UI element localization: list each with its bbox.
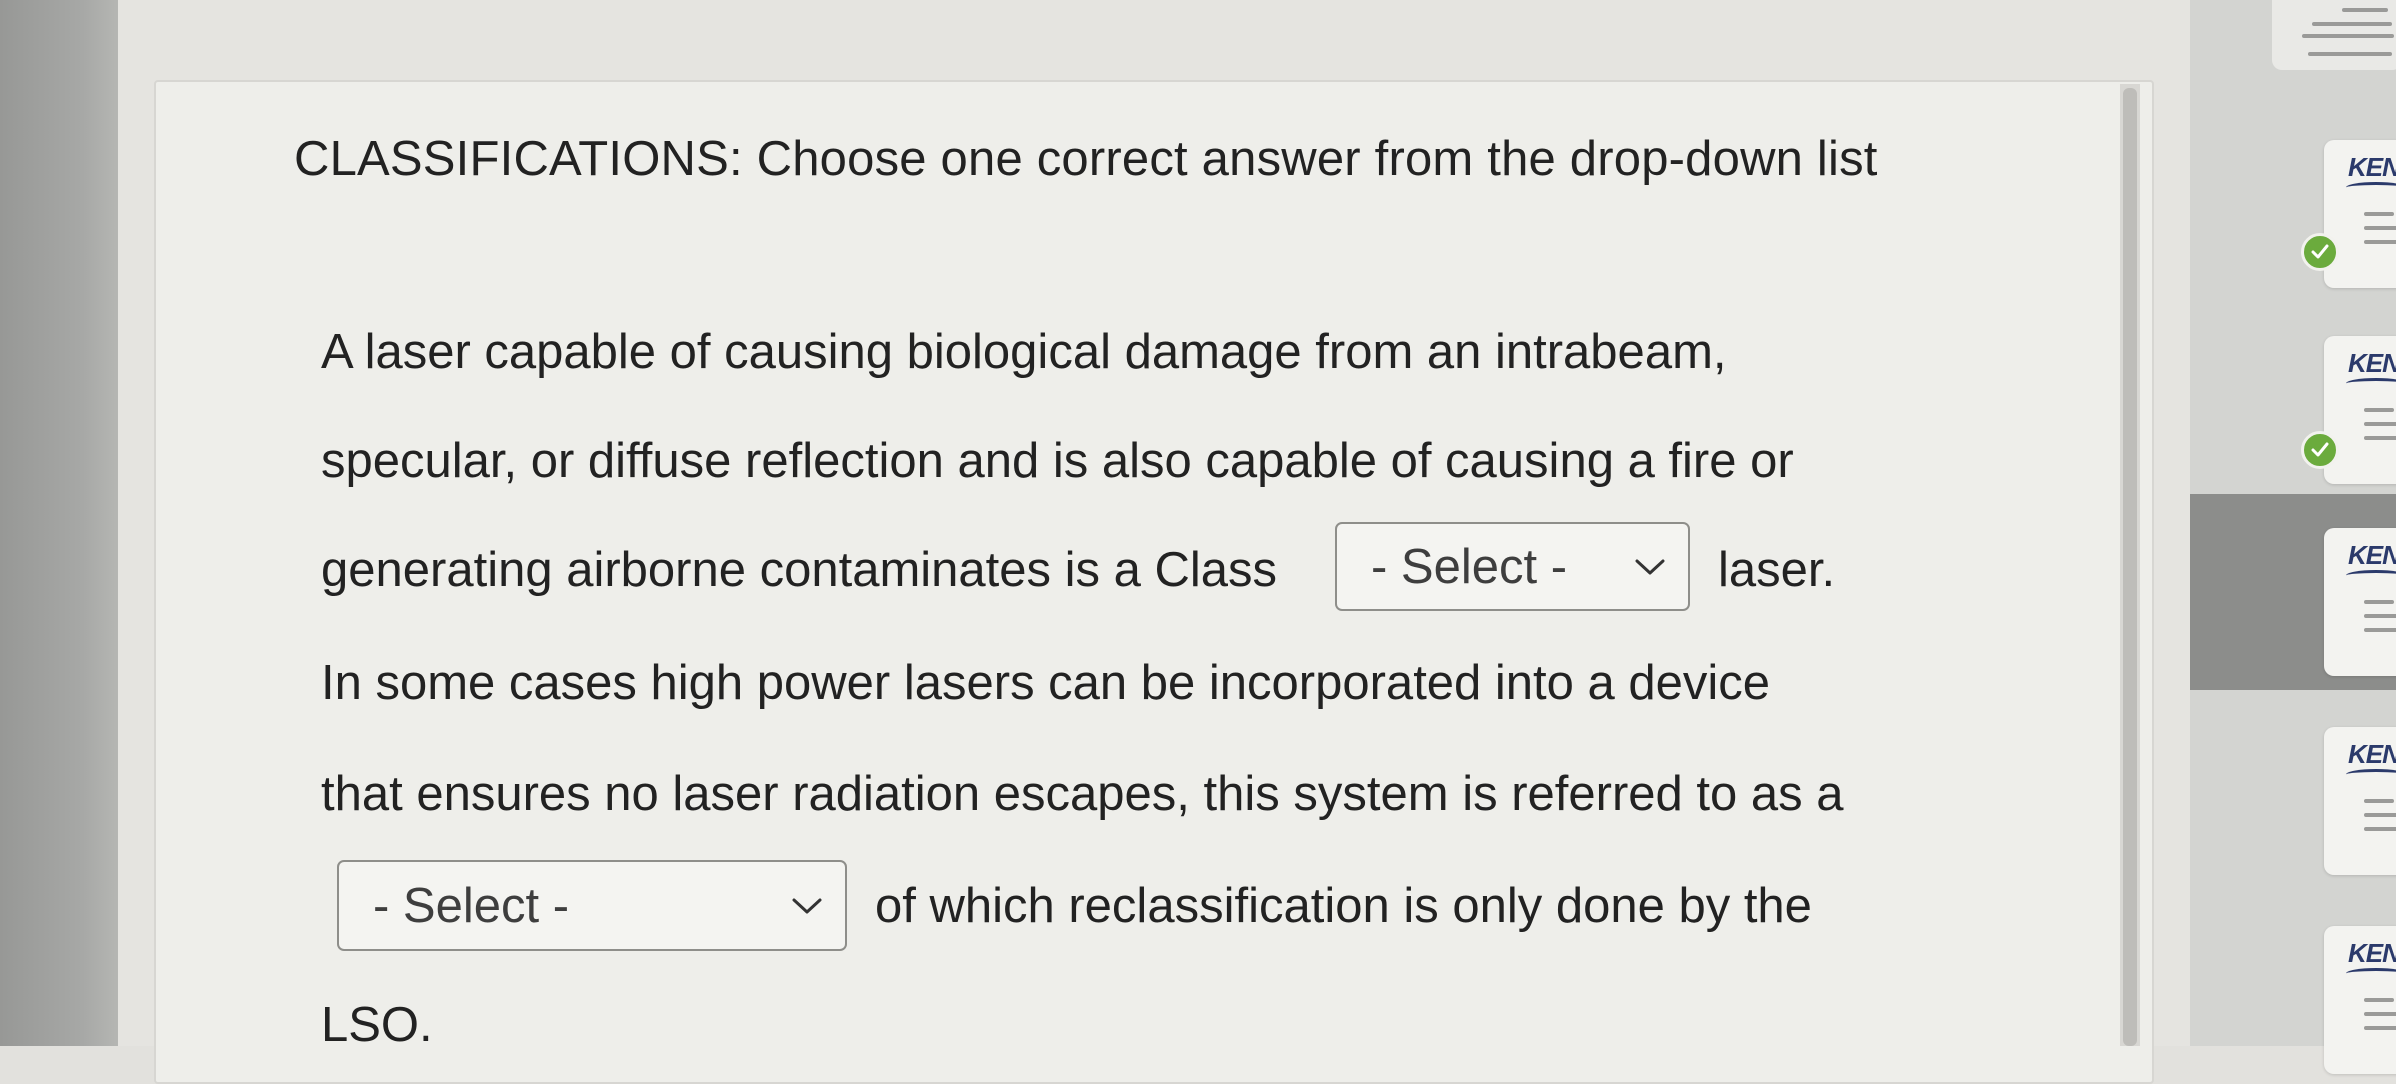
thumbnail-text-line — [2364, 813, 2396, 817]
slide-thumbnail-1[interactable]: KEN — [2324, 140, 2396, 288]
question-line-5: that ensures no laser radiation escapes,… — [321, 767, 1844, 821]
question-line-3-after: laser. — [1718, 543, 1836, 597]
thumbnail-text-line — [2364, 422, 2396, 426]
chevron-down-icon — [792, 898, 822, 913]
thumbnail-text-line — [2364, 827, 2396, 831]
slide-thumbnail-4[interactable]: KEN — [2324, 727, 2396, 875]
thumbnail-text-line — [2364, 600, 2394, 604]
logo-swoosh — [2346, 570, 2396, 581]
system-select-dropdown[interactable]: - Select - — [337, 860, 847, 951]
checkmark-icon — [2311, 442, 2329, 457]
chevron-down-icon — [1635, 559, 1665, 574]
thumbnail-text-line — [2364, 240, 2396, 244]
question-line-2: specular, or diffuse reflection and is a… — [321, 434, 1794, 488]
logo-swoosh — [2346, 769, 2396, 780]
question-line-6-after: of which reclassification is only done b… — [875, 879, 1812, 933]
thumbnail-text-line — [2364, 1012, 2396, 1016]
thumbnail-text-line — [2302, 34, 2394, 38]
thumbnail-logo: KEN — [2348, 152, 2396, 182]
slide-thumbnail-3-selected[interactable]: KEN — [2324, 528, 2396, 676]
slide-thumbnail-5[interactable]: KEN — [2324, 926, 2396, 1074]
checkmark-icon — [2311, 244, 2329, 259]
class-select-dropdown[interactable]: - Select - — [1335, 522, 1690, 611]
thumbnail-logo: KEN — [2348, 348, 2396, 378]
class-select-value: - Select - — [1371, 539, 1568, 594]
question-line-3-before: generating airborne contaminates is a Cl… — [321, 543, 1278, 597]
thumbnail-text-line — [2312, 22, 2392, 26]
logo-swoosh — [2346, 378, 2396, 389]
question-line-7: LSO. — [321, 998, 433, 1052]
thumbnail-text-line — [2364, 408, 2394, 412]
slide-thumbnail-top[interactable] — [2272, 0, 2396, 70]
system-select-value: - Select - — [373, 878, 570, 933]
thumbnail-logo: KEN — [2348, 540, 2396, 570]
screen-bezel — [0, 0, 118, 1046]
thumbnail-text-line — [2364, 799, 2394, 803]
thumbnail-text-line — [2364, 614, 2396, 618]
thumbnail-logo: KEN — [2348, 938, 2396, 968]
question-line-1: A laser capable of causing biological da… — [321, 325, 1727, 379]
thumbnail-text-line — [2364, 1026, 2396, 1030]
completed-check-icon — [2301, 233, 2339, 271]
scrollbar[interactable] — [2120, 84, 2140, 1046]
question-heading: CLASSIFICATIONS: Choose one correct answ… — [294, 132, 1878, 186]
thumbnail-logo: KEN — [2348, 739, 2396, 769]
thumbnail-text-line — [2364, 436, 2396, 440]
thumbnail-text-line — [2364, 226, 2396, 230]
thumbnail-text-line — [2364, 212, 2394, 216]
thumbnail-text-line — [2364, 628, 2396, 632]
thumbnail-text-line — [2308, 52, 2392, 56]
scrollbar-thumb[interactable] — [2123, 88, 2137, 1046]
thumbnail-text-line — [2364, 998, 2394, 1002]
question-line-4: In some cases high power lasers can be i… — [321, 656, 1771, 710]
logo-swoosh — [2346, 968, 2396, 979]
logo-swoosh — [2346, 182, 2396, 193]
completed-check-icon — [2301, 431, 2339, 469]
thumbnail-text-line — [2342, 8, 2388, 12]
